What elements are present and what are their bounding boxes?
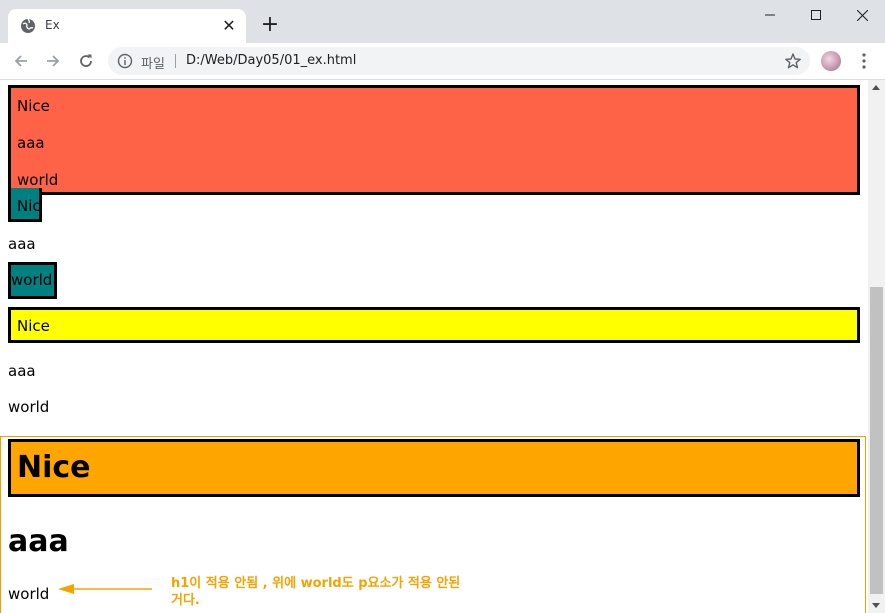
scroll-up-icon[interactable] — [872, 85, 880, 90]
url-text[interactable]: D:/Web/Day05/01_ex.html — [186, 53, 356, 68]
page-viewport: Nice aaa world Nice aaa world Nice aaa w… — [0, 80, 868, 613]
globe-icon — [21, 18, 35, 33]
minimize-icon — [765, 14, 775, 16]
close-tab-icon[interactable]: ✕ — [220, 17, 238, 35]
yellow-box: Nice — [8, 307, 860, 343]
orange-heading-box: Nice — [8, 439, 860, 497]
new-tab-button[interactable]: + — [259, 14, 281, 36]
teal-nice-box: Nice — [8, 188, 42, 222]
annotation-note: h1이 적용 안됨 , 위에 world도 p요소가 적용 안된거다. — [171, 576, 461, 608]
yellow-line-nice: Nice — [17, 317, 50, 335]
tab-title: Ex — [45, 18, 60, 32]
browser-tab[interactable]: Ex ✕ — [8, 9, 246, 43]
reload-button[interactable] — [74, 49, 98, 73]
avatar[interactable] — [821, 51, 841, 71]
browser-toolbar: 파일 D:/Web/Day05/01_ex.html — [0, 43, 885, 80]
box1-line-nice: Nice — [17, 97, 50, 115]
tomato-box: Nice aaa world — [8, 85, 860, 195]
orange-heading-nice: Nice — [17, 450, 91, 485]
menu-button[interactable] — [852, 49, 876, 73]
forward-button[interactable] — [41, 49, 65, 73]
kebab-menu-icon — [862, 53, 866, 69]
window-close-button[interactable] — [839, 0, 885, 30]
minimize-button[interactable] — [747, 0, 793, 30]
teal-world-box: world — [8, 262, 57, 299]
plain-text-aaa: aaa — [8, 235, 36, 253]
maximize-icon — [811, 10, 821, 20]
maximize-button[interactable] — [793, 0, 839, 30]
info-icon[interactable] — [117, 53, 133, 69]
address-bar[interactable]: 파일 D:/Web/Day05/01_ex.html — [108, 47, 810, 75]
arrow-left-annotation-icon — [58, 584, 152, 594]
big-heading-aaa: aaa — [8, 524, 69, 559]
box1-line-world: world — [17, 171, 59, 189]
plain-text-world-2: world — [8, 398, 50, 416]
box1-line-aaa: aaa — [17, 134, 45, 152]
scroll-down-icon[interactable] — [872, 603, 880, 608]
title-bar: Ex ✕ + — [0, 0, 885, 43]
close-icon — [856, 9, 868, 21]
reload-icon — [80, 54, 92, 67]
plain-text-world-3: world — [8, 585, 50, 603]
arrow-right-icon — [47, 55, 60, 67]
page-scrollbar[interactable] — [868, 80, 885, 613]
omnibox-separator — [175, 54, 176, 68]
plain-text-aaa-2: aaa — [8, 362, 36, 380]
arrow-left-icon — [14, 55, 27, 67]
scheme-label: 파일 — [141, 57, 165, 72]
scroll-thumb[interactable] — [870, 287, 883, 594]
star-icon[interactable] — [784, 52, 802, 70]
back-button[interactable] — [9, 49, 33, 73]
